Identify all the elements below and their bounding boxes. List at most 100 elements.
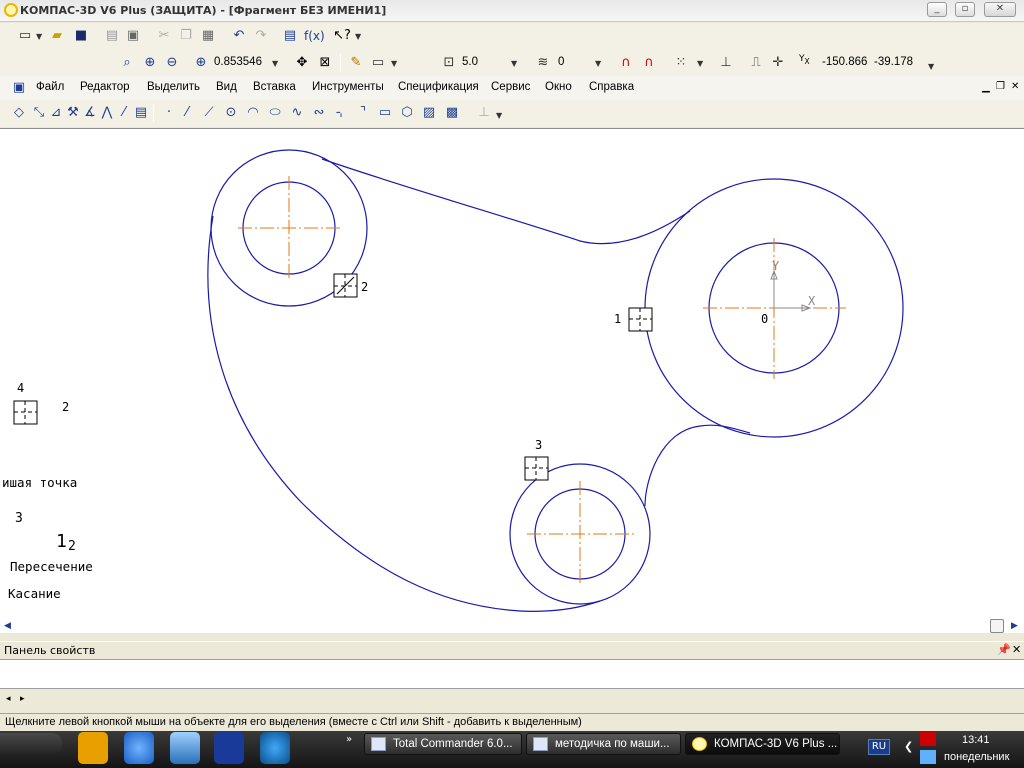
contour-icon[interactable]: ▩ bbox=[443, 104, 461, 122]
cut-icon[interactable]: ✂ bbox=[155, 27, 173, 45]
menu-help[interactable]: Справка bbox=[589, 81, 634, 93]
step-dropdown-icon[interactable]: ▼ bbox=[511, 59, 517, 68]
layer-value[interactable]: 0 bbox=[558, 56, 564, 68]
parametric-icon[interactable]: ⊥ bbox=[475, 104, 493, 122]
chamfer-icon[interactable]: ⌍ bbox=[332, 104, 350, 122]
cursor-y-coordinate[interactable]: -39.178 bbox=[874, 56, 913, 68]
tray-antivirus-icon[interactable] bbox=[920, 732, 936, 746]
menu-insert[interactable]: Вставка bbox=[253, 81, 296, 93]
menu-editor[interactable]: Редактор bbox=[80, 81, 130, 93]
local-cs-icon[interactable]: ⊥ bbox=[717, 54, 735, 72]
measure-panel-icon[interactable]: ⋀ bbox=[98, 104, 116, 122]
zoom-dropdown-icon[interactable]: ▼ bbox=[272, 59, 278, 68]
chevron-down-icon[interactable]: ▼ bbox=[36, 32, 42, 41]
scroll-right-arrow-icon[interactable]: ▶ bbox=[1011, 621, 1018, 631]
print-preview-icon[interactable]: ▣ bbox=[124, 27, 142, 45]
zoom-scale-icon[interactable]: ⊕ bbox=[192, 54, 210, 72]
drawing-svg[interactable] bbox=[0, 129, 1024, 633]
close-button[interactable]: ✕ bbox=[984, 2, 1016, 17]
segment-icon[interactable]: ⟋ bbox=[200, 104, 218, 122]
auxiliary-line-icon[interactable]: ⁄ bbox=[178, 104, 196, 122]
grid-icon[interactable]: ⁙ bbox=[672, 54, 690, 72]
tray-expand-icon[interactable]: ❮ bbox=[904, 740, 913, 753]
zoom-value[interactable]: 0.853546 bbox=[214, 56, 262, 68]
chevron-down-icon[interactable]: ▼ bbox=[496, 111, 502, 120]
chevron-down-icon[interactable]: ▼ bbox=[355, 32, 361, 41]
start-button[interactable] bbox=[0, 733, 62, 755]
mdi-close-button[interactable]: ✕ bbox=[1011, 81, 1019, 92]
minimize-button[interactable]: _ bbox=[927, 2, 947, 17]
select-panel-icon[interactable]: ⁄ bbox=[115, 104, 133, 122]
chevron-down-icon[interactable]: ▼ bbox=[391, 59, 397, 68]
pan-icon[interactable]: ✥ bbox=[293, 54, 311, 72]
more-quicklaunch-icon[interactable]: » bbox=[346, 734, 352, 745]
scroll-left-arrow-icon[interactable]: ◀ bbox=[4, 621, 11, 631]
undo-icon[interactable]: ↶ bbox=[230, 27, 248, 45]
mdi-minimize-button[interactable]: ▁ bbox=[982, 82, 990, 93]
ortho-icon[interactable]: ⎍ bbox=[747, 54, 765, 72]
spec-panel-icon[interactable]: ▤ bbox=[132, 104, 150, 122]
geometry-panel-icon[interactable]: ◇ bbox=[10, 104, 28, 122]
variables-icon[interactable]: ▤ bbox=[281, 27, 299, 45]
task-word-document[interactable]: методичка по маши... bbox=[526, 733, 681, 755]
cursor-snap-icon[interactable]: ✛ bbox=[769, 54, 787, 72]
new-document-icon[interactable]: ▭ bbox=[16, 27, 34, 45]
chevron-down-icon[interactable]: ▼ bbox=[697, 59, 703, 68]
chevron-down-icon[interactable]: ▼ bbox=[928, 62, 934, 71]
show-all-icon[interactable]: ⊠ bbox=[316, 54, 334, 72]
dimensions-panel-icon[interactable]: ⤡ bbox=[30, 104, 48, 122]
maximize-button[interactable]: ▫ bbox=[955, 2, 975, 17]
local-snap-icon[interactable]: ∩ bbox=[640, 54, 658, 72]
menu-select[interactable]: Выделить bbox=[147, 81, 200, 93]
fillet-icon[interactable]: ⌝ bbox=[354, 104, 372, 122]
winamp-icon[interactable] bbox=[78, 732, 108, 764]
total-commander-icon[interactable] bbox=[214, 732, 244, 764]
point-icon[interactable]: · bbox=[160, 104, 178, 122]
panel-close-icon[interactable]: ✕ bbox=[1012, 643, 1021, 656]
scroll-left-icon[interactable]: ◂ bbox=[6, 694, 11, 704]
circle-icon[interactable]: ⊙ bbox=[222, 104, 240, 122]
polyline-icon[interactable]: ∿ bbox=[288, 104, 306, 122]
menu-window[interactable]: Окно bbox=[545, 81, 572, 93]
menu-tools[interactable]: Инструменты bbox=[312, 81, 384, 93]
menu-view[interactable]: Вид bbox=[216, 81, 237, 93]
line-style-icon[interactable]: ✎ bbox=[347, 54, 365, 72]
zoom-window-icon[interactable]: ⌕ bbox=[118, 54, 136, 72]
polygon-icon[interactable]: ⬡ bbox=[398, 104, 416, 122]
save-icon[interactable]: ■ bbox=[72, 27, 90, 45]
document-menu-icon[interactable]: ▣ bbox=[10, 79, 28, 97]
open-folder-icon[interactable]: ▰ bbox=[48, 27, 66, 45]
layer-settings-icon[interactable]: ▭ bbox=[369, 54, 387, 72]
task-kompas[interactable]: КОМПАС-3D V6 Plus ... bbox=[685, 733, 840, 755]
edit-panel-icon[interactable]: ⚒ bbox=[64, 104, 82, 122]
drawing-canvas[interactable]: 2 1 3 0 Y X 4 2 ишая точка 3 1 2 Пересеч… bbox=[0, 128, 1024, 633]
view-manager-button[interactable] bbox=[990, 619, 1004, 633]
arc-icon[interactable]: ◠ bbox=[244, 104, 262, 122]
menu-file[interactable]: Файл bbox=[36, 81, 64, 93]
snap-magnet-icon[interactable]: ∩ bbox=[617, 54, 635, 72]
copy-icon[interactable]: ❐ bbox=[177, 27, 195, 45]
step-value[interactable]: 5.0 bbox=[462, 56, 478, 68]
rectangle-icon[interactable]: ▭ bbox=[376, 104, 394, 122]
fx-button[interactable]: f(x) bbox=[304, 29, 325, 43]
cursor-x-coordinate[interactable]: -150.866 bbox=[822, 56, 867, 68]
redo-icon[interactable]: ↷ bbox=[252, 27, 270, 45]
symbols-panel-icon[interactable]: ⊿ bbox=[47, 104, 65, 122]
tray-network-icon[interactable] bbox=[920, 750, 936, 764]
clock-time[interactable]: 13:41 bbox=[962, 734, 990, 746]
print-icon[interactable]: ▤ bbox=[103, 27, 121, 45]
menu-service[interactable]: Сервис bbox=[491, 81, 530, 93]
zoom-in-icon[interactable]: ⊕ bbox=[141, 54, 159, 72]
menu-specification[interactable]: Спецификация bbox=[398, 81, 479, 93]
part-contour[interactable] bbox=[207, 149, 904, 612]
paste-icon[interactable]: ▦ bbox=[199, 27, 217, 45]
show-desktop-icon[interactable] bbox=[170, 732, 200, 764]
help-pointer-icon[interactable]: ↖? bbox=[333, 27, 351, 45]
language-indicator[interactable]: RU bbox=[868, 739, 890, 755]
task-total-commander[interactable]: Total Commander 6.0... bbox=[364, 733, 522, 755]
hatch-icon[interactable]: ▨ bbox=[420, 104, 438, 122]
mdi-restore-button[interactable]: ❐ bbox=[996, 81, 1005, 92]
parametrize-panel-icon[interactable]: ∡ bbox=[81, 104, 99, 122]
zoom-out-icon[interactable]: ⊖ bbox=[163, 54, 181, 72]
pin-icon[interactable]: 📌 bbox=[997, 643, 1011, 656]
